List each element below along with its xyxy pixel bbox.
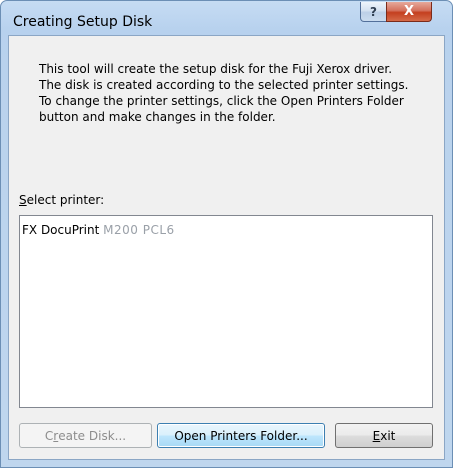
create-disk-button[interactable]: Cr eate Disk... xyxy=(19,423,152,448)
help-icon: ? xyxy=(370,4,377,19)
select-printer-label: Select printer: xyxy=(19,193,104,207)
create-disk-label-post: eate Disk... xyxy=(58,428,127,443)
open-printers-folder-label: Open Printers Folder... xyxy=(174,428,308,443)
select-printer-label-text: elect printer: xyxy=(26,193,105,207)
printer-listbox[interactable]: FX DocuPrint M200 PCL6 xyxy=(19,215,433,408)
title-bar[interactable]: Creating Setup Disk ? X xyxy=(1,1,452,35)
create-disk-label-pre: C xyxy=(44,428,54,443)
window-title: Creating Setup Disk xyxy=(13,14,153,30)
help-button[interactable]: ? xyxy=(360,2,387,22)
select-printer-label-accel: S xyxy=(19,193,27,207)
close-icon: X xyxy=(403,4,415,19)
exit-label-accel: E xyxy=(372,428,381,443)
open-printers-folder-button[interactable]: Open Printers Folder... xyxy=(157,423,325,448)
printer-name: FX DocuPrint xyxy=(22,223,100,237)
exit-label-post: xit xyxy=(380,428,396,443)
list-item[interactable]: FX DocuPrint M200 PCL6 xyxy=(22,223,175,237)
close-button[interactable]: X xyxy=(386,2,432,22)
dialog-content: This tool will create the setup disk for… xyxy=(8,35,445,460)
description-text: This tool will create the setup disk for… xyxy=(39,62,409,124)
printer-model: M200 PCL6 xyxy=(103,223,175,237)
dialog-window: Creating Setup Disk ? X This tool will c… xyxy=(0,0,453,468)
exit-button[interactable]: Exit xyxy=(335,423,433,448)
